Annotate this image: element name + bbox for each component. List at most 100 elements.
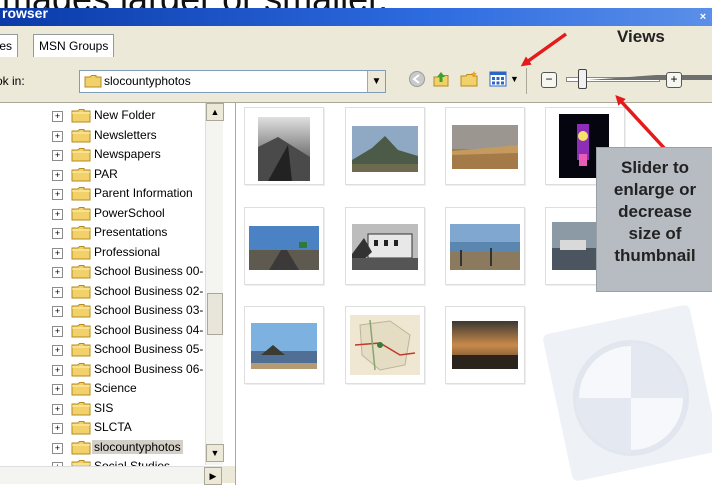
tree-item[interactable]: + School Business 02- — [0, 282, 210, 301]
expand-icon[interactable]: + — [52, 150, 63, 161]
expand-icon[interactable]: + — [52, 306, 63, 317]
up-folder-icon[interactable] — [432, 70, 450, 88]
photo-image — [552, 222, 596, 270]
thumbnail[interactable] — [445, 207, 525, 285]
slider-callout-text: Slider to enlarge or decrease size of th… — [597, 157, 712, 267]
close-icon[interactable]: × — [696, 10, 710, 24]
expand-icon[interactable]: + — [52, 267, 63, 278]
tree-item[interactable]: + Parent Information — [0, 184, 210, 203]
zoom-in-button[interactable]: + — [666, 72, 682, 88]
expand-icon[interactable]: + — [52, 384, 63, 395]
tree-item-label: PowerSchool — [94, 205, 165, 220]
expand-icon[interactable]: + — [52, 208, 63, 220]
callout-line: thumbnail — [614, 246, 696, 265]
tree-item[interactable]: + School Business 06- — [0, 360, 210, 379]
callout-line: size of — [628, 224, 682, 243]
watermark-logo — [543, 305, 712, 481]
thumbnail[interactable] — [345, 207, 425, 285]
expand-icon[interactable]: + — [52, 325, 63, 337]
photo-image — [249, 226, 319, 270]
look-in-label: ok in: — [0, 74, 25, 88]
back-icon[interactable] — [408, 70, 426, 88]
tree-item[interactable]: + Presentations — [0, 223, 210, 242]
tree-item[interactable]: + School Business 05- — [0, 340, 210, 359]
expand-icon[interactable]: + — [52, 345, 63, 356]
tree-item[interactable]: + Newsletters — [0, 126, 210, 145]
chevron-down-icon[interactable]: ▼ — [367, 71, 385, 92]
tree-item-label: Science — [94, 381, 137, 395]
photo-image — [450, 224, 520, 270]
tree-item[interactable]: + PAR — [0, 165, 210, 184]
tree-item[interactable]: + Professional — [0, 243, 210, 262]
tree-item[interactable]: + SLCTA — [0, 418, 210, 437]
tree-item-label: Newspapers — [94, 147, 161, 161]
scroll-corner — [222, 466, 235, 483]
tree-item[interactable]: + PowerSchool — [0, 204, 210, 223]
thumbnail[interactable] — [244, 207, 324, 285]
tree-item-label: SIS — [94, 400, 114, 415]
tree-vertical-scrollbar[interactable]: ▲ ▼ — [205, 103, 224, 465]
thumbnail[interactable] — [345, 107, 425, 185]
scroll-up-icon[interactable]: ▲ — [206, 103, 224, 121]
expand-icon[interactable]: + — [52, 189, 63, 200]
tree-item-label: Presentations — [94, 225, 168, 239]
callout-line: enlarge or — [613, 180, 697, 199]
tree-item-label: SLCTA — [94, 420, 132, 434]
expand-icon[interactable]: + — [52, 169, 63, 181]
tab-files[interactable]: iles — [0, 34, 19, 57]
tree-item[interactable]: + School Business 03- — [0, 301, 210, 320]
tree-item-label: School Business 06- — [94, 361, 204, 376]
tab-msn-groups[interactable]: MSN Groups — [33, 34, 115, 57]
callout-line: Slider to — [620, 158, 689, 177]
slider-callout-box: Slider to enlarge or decrease size of th… — [596, 147, 712, 292]
views-icon[interactable] — [489, 70, 507, 88]
photo-image — [251, 323, 317, 369]
zoom-out-button[interactable]: − — [541, 72, 557, 88]
tree-item[interactable]: + SIS — [0, 399, 210, 418]
tree-item-label: slocountyphotos — [92, 439, 183, 454]
new-folder-icon[interactable] — [460, 70, 478, 88]
tab-row: iles MSN Groups Views — [0, 26, 712, 63]
expand-icon[interactable]: + — [52, 364, 63, 376]
expand-icon[interactable]: + — [52, 111, 63, 122]
thumbnail[interactable] — [445, 107, 525, 185]
expand-icon[interactable]: + — [52, 247, 63, 259]
tree-item[interactable]: + Newspapers — [0, 145, 210, 164]
expand-icon[interactable]: + — [52, 286, 63, 298]
expand-icon[interactable]: + — [52, 423, 63, 434]
scroll-down-icon[interactable]: ▼ — [206, 444, 224, 462]
callout-line: decrease — [618, 202, 692, 221]
window-title: rowser — [2, 5, 48, 21]
photo-image — [452, 321, 518, 369]
tree-item[interactable]: + New Folder — [0, 106, 210, 125]
expand-icon[interactable]: + — [52, 228, 63, 239]
scroll-thumb[interactable] — [207, 293, 223, 335]
folder-tree: + New Folder + Newsletters + Newspapers + PAR + P… — [0, 103, 236, 485]
tree-item[interactable]: + Science — [0, 379, 210, 398]
tree-item-label: School Business 05- — [94, 342, 204, 356]
slider-wedge — [588, 75, 712, 80]
photo-image — [352, 224, 418, 270]
tree-item-label: PAR — [94, 166, 118, 181]
thumbnail[interactable] — [244, 107, 324, 185]
photo-image — [258, 117, 310, 181]
tree-item-label: School Business 03- — [94, 303, 204, 317]
tree-item[interactable]: + School Business 00- — [0, 262, 210, 281]
tree-item[interactable]: + School Business 04- — [0, 321, 210, 340]
tree-item[interactable]: + slocountyphotos — [0, 438, 210, 457]
expand-icon[interactable]: + — [52, 442, 63, 454]
look-in-dropdown[interactable]: slocountyphotos ▼ — [79, 70, 386, 93]
scroll-right-icon[interactable]: ▶ — [204, 467, 222, 485]
toolbar: ok in: slocountyphotos ▼ ▼ − + — [0, 62, 712, 103]
views-dropdown-icon[interactable]: ▼ — [510, 74, 519, 84]
tree-item-label: Professional — [94, 244, 161, 259]
expand-icon[interactable]: + — [52, 403, 63, 415]
title-bar: rowser × — [0, 5, 712, 26]
thumbnail[interactable] — [244, 306, 324, 384]
tree-item-label: New Folder — [94, 108, 156, 122]
tree-horizontal-scrollbar[interactable]: ▶ — [0, 466, 222, 485]
expand-icon[interactable]: + — [52, 130, 63, 142]
thumbnail[interactable] — [445, 306, 525, 384]
thumbnail-size-slider-thumb[interactable] — [578, 69, 587, 89]
thumbnail[interactable] — [345, 306, 425, 384]
